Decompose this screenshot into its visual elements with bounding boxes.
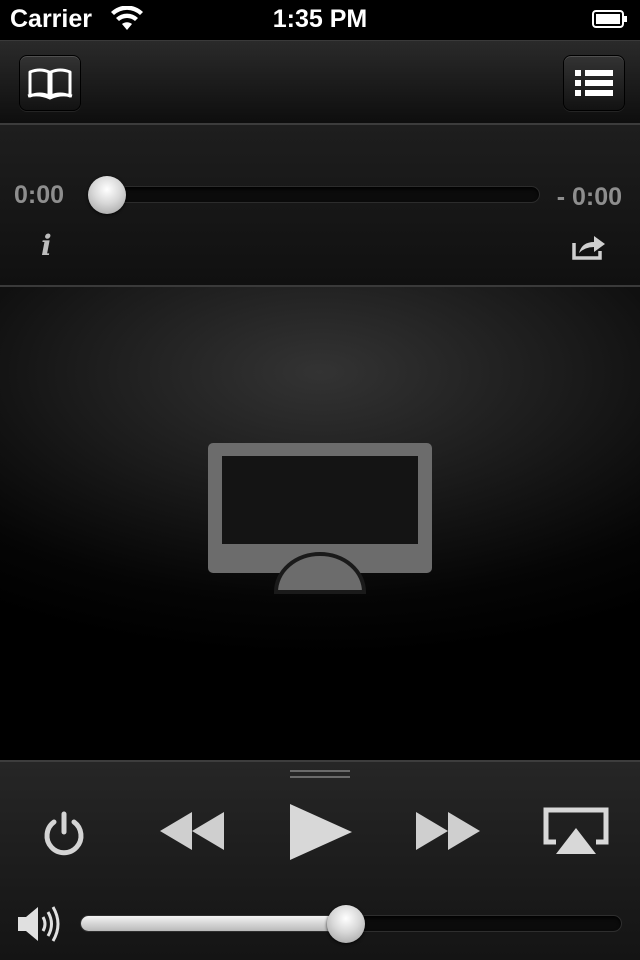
airplay-tv-icon (208, 443, 432, 594)
power-icon[interactable] (38, 808, 90, 860)
scrubber-panel: 0:00 - 0:00 i (0, 125, 640, 287)
share-icon[interactable] (570, 231, 608, 261)
fast-forward-icon[interactable] (414, 810, 482, 852)
info-icon[interactable]: i (41, 229, 52, 262)
status-time: 1:35 PM (272, 5, 368, 33)
play-icon[interactable] (286, 802, 354, 862)
volume-thumb[interactable] (326, 905, 365, 943)
airplay-icon[interactable] (542, 806, 610, 858)
speaker-icon (18, 906, 60, 942)
playback-controls (0, 760, 640, 960)
remaining-time: - 0:00 (556, 183, 622, 211)
scrubber-thumb[interactable] (88, 176, 126, 214)
book-icon (27, 68, 73, 100)
status-bar: Carrier 1:35 PM (0, 0, 640, 40)
video-area[interactable] (0, 287, 640, 760)
scrubber-track[interactable] (88, 186, 540, 203)
battery-icon (592, 10, 627, 28)
playlist-button[interactable] (563, 55, 625, 111)
elapsed-time: 0:00 (14, 181, 65, 209)
volume-fill (81, 916, 347, 931)
grip-handle[interactable] (290, 770, 350, 780)
library-button[interactable] (19, 55, 81, 111)
rewind-icon[interactable] (158, 810, 226, 852)
list-icon (575, 70, 613, 96)
top-toolbar (0, 40, 640, 125)
